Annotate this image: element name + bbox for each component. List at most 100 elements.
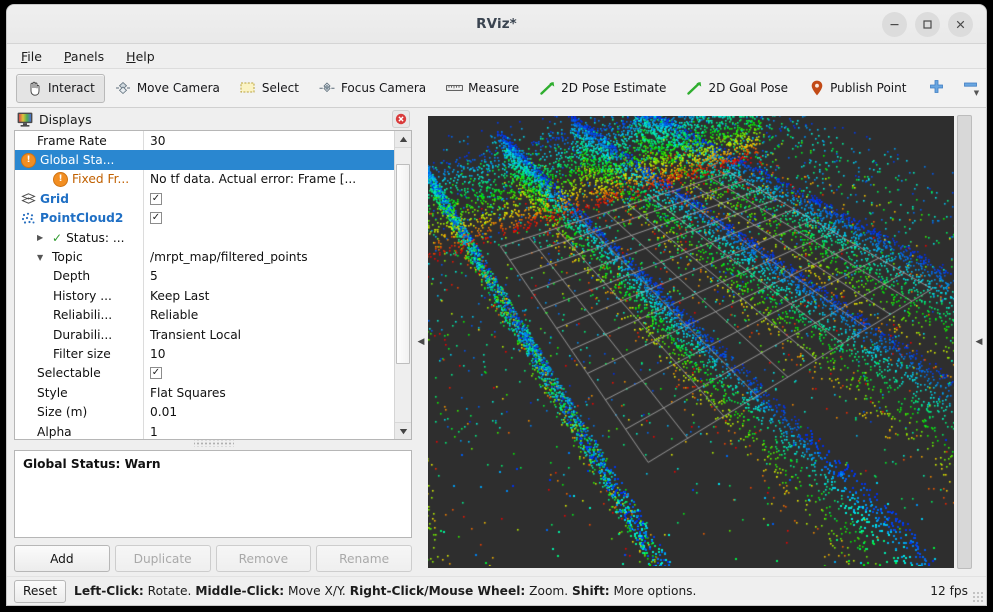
hint-segment: Move X/Y. bbox=[284, 584, 350, 598]
maximize-button[interactable] bbox=[915, 11, 940, 37]
property-value-cell[interactable]: ✓ bbox=[143, 208, 394, 228]
property-key-cell: Frame Rate bbox=[15, 134, 143, 148]
property-key-cell: ▶ ✓ Status: ... bbox=[15, 231, 143, 245]
display-property-row[interactable]: Durabili... Transient Local bbox=[15, 324, 394, 345]
caret-right-icon[interactable]: ▶ bbox=[37, 233, 48, 242]
map-pin-icon bbox=[808, 80, 825, 96]
display-property-row[interactable]: PointCloud2 ✓ bbox=[15, 208, 394, 228]
minimize-button[interactable] bbox=[882, 11, 907, 37]
property-value-cell[interactable]: Reliable bbox=[143, 305, 394, 325]
tool-button-publish-point[interactable]: Publish Point bbox=[798, 74, 916, 103]
property-key-cell: Reliabili... bbox=[15, 308, 143, 322]
property-value-cell[interactable]: Transient Local bbox=[143, 324, 394, 345]
display-property-row[interactable]: Selectable ✓ bbox=[15, 363, 394, 384]
right-splitter-collapse[interactable]: ◀ bbox=[972, 108, 986, 576]
tool-button-select[interactable]: Select bbox=[230, 74, 309, 103]
display-property-row[interactable]: Depth 5 bbox=[15, 266, 394, 287]
property-value-cell[interactable] bbox=[143, 150, 394, 170]
property-value-cell[interactable]: 30 bbox=[143, 131, 394, 151]
move-camera-icon bbox=[115, 80, 132, 96]
tool-button-2d-goal-pose[interactable]: 2D Goal Pose bbox=[676, 74, 798, 103]
add-button[interactable]: Add bbox=[14, 545, 110, 572]
display-property-row[interactable]: ▶ ✓ Status: ... bbox=[15, 227, 394, 248]
property-value-cell[interactable] bbox=[143, 227, 394, 248]
display-property-row[interactable]: ! Global Sta... bbox=[15, 150, 394, 170]
property-key-cell: Size (m) bbox=[15, 405, 143, 419]
property-value-cell[interactable]: No tf data. Actual error: Frame [... bbox=[143, 169, 394, 190]
tool-button-label: Publish Point bbox=[830, 81, 907, 95]
property-checkbox[interactable]: ✓ bbox=[150, 212, 162, 225]
hint-segment: Zoom. bbox=[525, 584, 573, 598]
window-title: RViz* bbox=[476, 16, 517, 32]
display-property-row[interactable]: History ... Keep Last bbox=[15, 286, 394, 306]
tool-button-focus-camera[interactable]: Focus Camera bbox=[309, 74, 436, 103]
add-tool-button[interactable] bbox=[922, 79, 950, 98]
display-property-row[interactable]: Size (m) 0.01 bbox=[15, 402, 394, 422]
green-arrow-icon bbox=[686, 80, 703, 96]
scroll-thumb[interactable] bbox=[396, 164, 410, 364]
property-key-label: Topic bbox=[52, 250, 83, 265]
property-value-cell[interactable]: Keep Last bbox=[143, 286, 394, 306]
hint-segment: Middle-Click: bbox=[195, 584, 285, 598]
property-value-cell[interactable]: 0.01 bbox=[143, 402, 394, 422]
remove-tool-button[interactable]: ▼ bbox=[950, 81, 986, 96]
scroll-down-button[interactable] bbox=[395, 422, 411, 439]
render-view-scrollbar[interactable] bbox=[957, 115, 972, 569]
tool-button-measure[interactable]: Measure bbox=[436, 74, 529, 103]
pointcloud-icon bbox=[21, 212, 36, 225]
property-value-cell[interactable]: ✓ bbox=[143, 363, 394, 384]
scroll-up-button[interactable] bbox=[395, 131, 411, 148]
caret-down-icon[interactable]: ▼ bbox=[37, 253, 48, 262]
property-value-cell[interactable]: 5 bbox=[143, 266, 394, 287]
property-key-cell: History ... bbox=[15, 289, 143, 303]
3d-render-view[interactable] bbox=[428, 116, 954, 568]
menu-file-label: ile bbox=[27, 48, 42, 64]
property-checkbox[interactable]: ✓ bbox=[150, 367, 162, 380]
scroll-thumb[interactable] bbox=[957, 115, 972, 569]
chevron-down-icon[interactable]: ▼ bbox=[974, 89, 979, 96]
display-property-row[interactable]: ▼ Topic/mrpt_map/filtered_points bbox=[15, 247, 394, 267]
property-value-cell[interactable]: 1 bbox=[143, 421, 394, 439]
display-property-row[interactable]: ! Fixed Fr... No tf data. Actual error: Fr… bbox=[15, 169, 394, 190]
menu-panels[interactable]: Panels bbox=[64, 49, 104, 64]
property-value-cell[interactable]: ✓ bbox=[143, 189, 394, 209]
property-value-label: 0.01 bbox=[150, 405, 178, 420]
display-property-row[interactable]: Alpha 1 bbox=[15, 421, 394, 439]
caret-up-icon bbox=[399, 136, 407, 142]
tool-button-move-camera[interactable]: Move Camera bbox=[105, 74, 230, 103]
status-text-box: Global Status: Warn bbox=[14, 450, 412, 538]
focus-camera-icon bbox=[319, 80, 336, 96]
property-checkbox[interactable]: ✓ bbox=[150, 192, 162, 205]
property-key-cell: Grid bbox=[15, 192, 143, 206]
tool-button-interact[interactable]: Interact bbox=[16, 73, 105, 103]
pointcloud-canvas[interactable] bbox=[428, 116, 954, 566]
display-property-row[interactable]: Filter size 10 bbox=[15, 344, 394, 364]
property-value-label: /mrpt_map/filtered_points bbox=[150, 250, 308, 265]
panel-splitter-handle[interactable] bbox=[194, 440, 234, 447]
menu-file[interactable]: File bbox=[21, 49, 42, 64]
scroll-track[interactable] bbox=[395, 148, 411, 422]
main-body: Displays Frame Rate 30! Global Sta...! Fixe… bbox=[7, 108, 986, 576]
displays-tree-scrollbar[interactable] bbox=[394, 131, 411, 439]
display-property-row[interactable]: Reliabili... Reliable bbox=[15, 305, 394, 325]
tool-button-2d-pose-estimate[interactable]: 2D Pose Estimate bbox=[529, 74, 676, 103]
property-value-label: Reliable bbox=[150, 308, 199, 323]
reset-button[interactable]: Reset bbox=[14, 579, 67, 603]
resize-grip[interactable] bbox=[972, 591, 984, 603]
display-property-row[interactable]: Grid ✓ bbox=[15, 189, 394, 209]
global-status-text: Global Status: Warn bbox=[23, 457, 161, 471]
menu-help[interactable]: Help bbox=[126, 49, 155, 64]
property-value-cell[interactable]: 10 bbox=[143, 344, 394, 364]
left-splitter-collapse[interactable]: ◀ bbox=[414, 108, 428, 576]
property-key-label: Grid bbox=[40, 191, 69, 206]
close-button[interactable] bbox=[948, 11, 973, 37]
displays-tree[interactable]: Frame Rate 30! Global Sta...! Fixed Fr... No… bbox=[15, 131, 394, 439]
displays-panel-title: Displays bbox=[39, 111, 92, 127]
display-property-row[interactable]: Style Flat Squares bbox=[15, 383, 394, 403]
property-value-cell[interactable]: Flat Squares bbox=[143, 383, 394, 403]
display-property-row[interactable]: Frame Rate 30 bbox=[15, 131, 394, 151]
tool-button-label: Measure bbox=[468, 81, 520, 95]
remove-button: Remove bbox=[215, 545, 312, 572]
displays-close-button[interactable] bbox=[392, 110, 410, 128]
property-value-cell[interactable]: /mrpt_map/filtered_points bbox=[143, 247, 394, 267]
